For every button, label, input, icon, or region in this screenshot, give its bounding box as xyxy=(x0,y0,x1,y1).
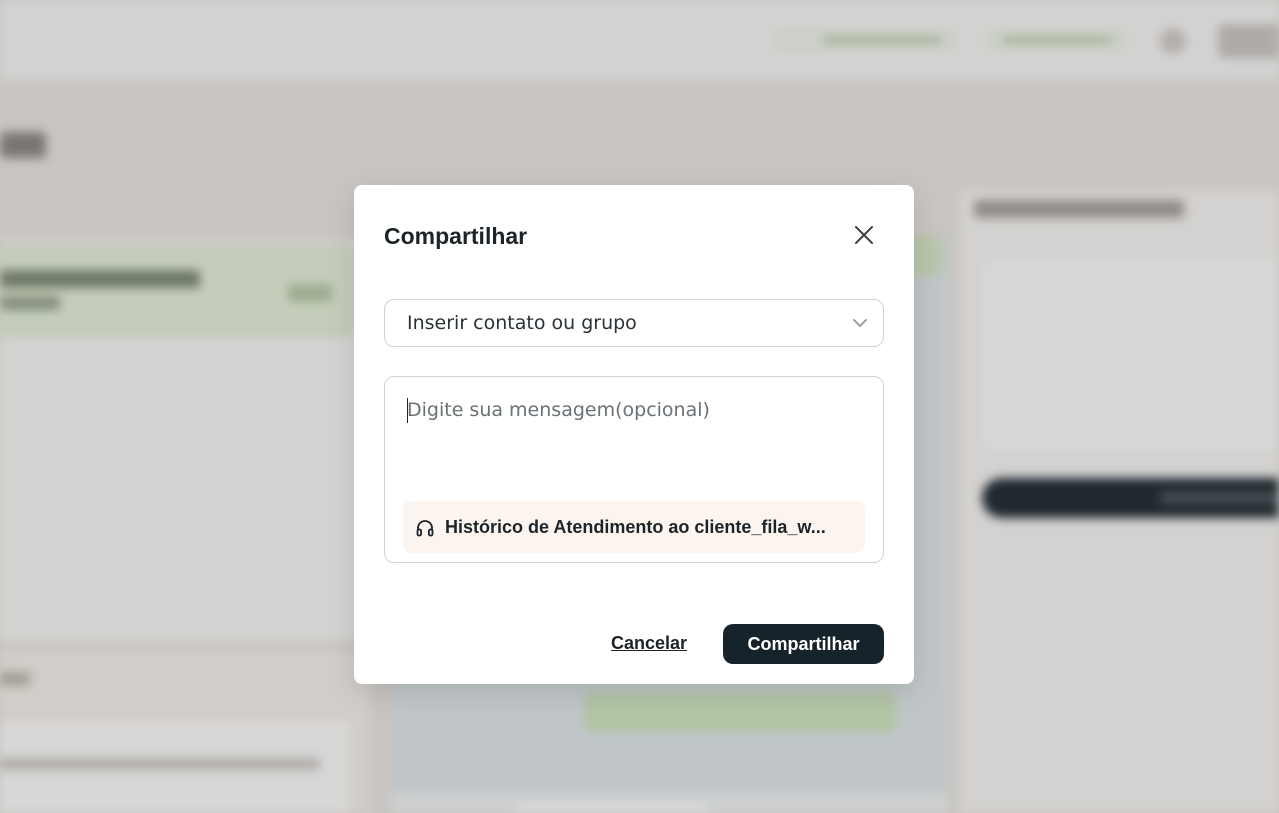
recipient-select-value: Inserir contato ou grupo xyxy=(407,312,637,334)
cancel-button[interactable]: Cancelar xyxy=(611,631,687,655)
message-input[interactable] xyxy=(407,397,857,477)
share-dialog: Compartilhar Inserir contato ou grupo Hi… xyxy=(354,185,914,684)
close-icon[interactable] xyxy=(854,225,874,245)
dialog-title: Compartilhar xyxy=(384,223,528,249)
attachment-label: Histórico de Atendimento ao cliente_fila… xyxy=(445,517,826,537)
recipient-select[interactable]: Inserir contato ou grupo xyxy=(384,299,884,347)
share-button[interactable]: Compartilhar xyxy=(723,624,884,664)
chevron-down-icon xyxy=(853,319,867,327)
text-caret xyxy=(407,398,408,423)
headset-icon xyxy=(416,520,434,537)
attachment-chip: Histórico de Atendimento ao cliente_fila… xyxy=(403,501,865,553)
close-button[interactable] xyxy=(849,220,879,250)
message-field[interactable]: Histórico de Atendimento ao cliente_fila… xyxy=(384,376,884,563)
